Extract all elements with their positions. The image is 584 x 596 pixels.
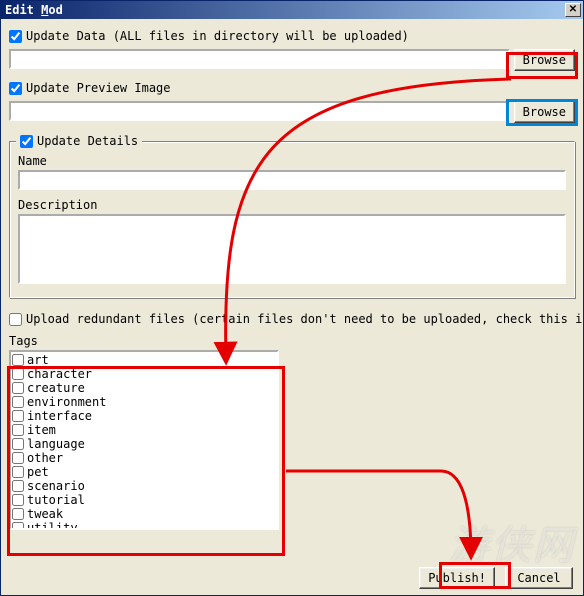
- name-input[interactable]: [18, 170, 566, 190]
- tag-item[interactable]: art: [12, 353, 276, 367]
- tag-checkbox[interactable]: [12, 438, 24, 450]
- update-data-path-input[interactable]: [9, 49, 510, 69]
- tag-checkbox[interactable]: [12, 494, 24, 506]
- tag-item[interactable]: language: [12, 437, 276, 451]
- tag-checkbox[interactable]: [12, 396, 24, 408]
- preview-image-check-input[interactable]: [9, 82, 22, 95]
- publish-button[interactable]: Publish!: [419, 567, 495, 589]
- update-data-checkbox[interactable]: Update Data (ALL files in directory will…: [9, 29, 409, 43]
- preview-image-browse-button[interactable]: Browse: [514, 101, 575, 123]
- cancel-button[interactable]: Cancel: [505, 567, 573, 589]
- update-details-label: Update Details: [37, 134, 138, 148]
- upload-redundant-label: Upload redundant files (certain files do…: [26, 312, 584, 326]
- tag-checkbox[interactable]: [12, 522, 24, 530]
- tag-item[interactable]: creature: [12, 381, 276, 395]
- tag-item[interactable]: other: [12, 451, 276, 465]
- watermark-text: 游侠网: [449, 513, 575, 571]
- tag-checkbox[interactable]: [12, 452, 24, 464]
- tag-label: art: [27, 353, 49, 367]
- tag-checkbox[interactable]: [12, 382, 24, 394]
- close-button[interactable]: ✕: [565, 3, 581, 17]
- tag-item[interactable]: pet: [12, 465, 276, 479]
- window-title: Edit Mod: [3, 3, 565, 17]
- tag-label: language: [27, 437, 85, 451]
- tag-label: item: [27, 423, 56, 437]
- update-data-check-input[interactable]: [9, 30, 22, 43]
- preview-image-label: Update Preview Image: [26, 81, 171, 95]
- tag-label: tweak: [27, 507, 63, 521]
- tag-checkbox[interactable]: [12, 480, 24, 492]
- tag-item[interactable]: character: [12, 367, 276, 381]
- description-textarea[interactable]: [18, 214, 566, 284]
- tags-listbox[interactable]: artcharactercreatureenvironmentinterface…: [9, 350, 279, 530]
- tags-label: Tags: [9, 334, 575, 348]
- tag-item[interactable]: interface: [12, 409, 276, 423]
- tag-checkbox[interactable]: [12, 368, 24, 380]
- tag-checkbox[interactable]: [12, 466, 24, 478]
- tag-item[interactable]: scenario: [12, 479, 276, 493]
- tag-label: scenario: [27, 479, 85, 493]
- tag-checkbox[interactable]: [12, 424, 24, 436]
- dialog-body: Update Data (ALL files in directory will…: [1, 19, 583, 595]
- name-field-label: Name: [18, 154, 566, 168]
- tag-checkbox[interactable]: [12, 410, 24, 422]
- tag-label: utility: [27, 521, 78, 530]
- tag-label: environment: [27, 395, 106, 409]
- update-details-checkbox[interactable]: Update Details: [16, 134, 142, 148]
- update-details-check-input[interactable]: [20, 135, 33, 148]
- tag-label: pet: [27, 465, 49, 479]
- tag-checkbox[interactable]: [12, 508, 24, 520]
- update-details-group: Update Details Name Description: [9, 141, 575, 298]
- dialog-footer: Publish! Cancel: [419, 567, 573, 589]
- edit-mod-window: Edit Mod ✕ Update Data (ALL files in dir…: [0, 0, 584, 596]
- preview-image-path-input[interactable]: [9, 101, 510, 121]
- description-field-label: Description: [18, 198, 566, 212]
- tag-item[interactable]: utility: [12, 521, 276, 530]
- tag-item[interactable]: item: [12, 423, 276, 437]
- tag-item[interactable]: tweak: [12, 507, 276, 521]
- tag-label: character: [27, 367, 92, 381]
- titlebar[interactable]: Edit Mod ✕: [1, 1, 583, 19]
- tag-checkbox[interactable]: [12, 354, 24, 366]
- tag-label: creature: [27, 381, 85, 395]
- update-data-browse-button[interactable]: Browse: [514, 49, 575, 71]
- upload-redundant-checkbox[interactable]: Upload redundant files (certain files do…: [9, 312, 584, 326]
- preview-image-checkbox[interactable]: Update Preview Image: [9, 81, 171, 95]
- close-icon: ✕: [569, 5, 577, 15]
- upload-redundant-check-input[interactable]: [9, 313, 22, 326]
- update-data-label: Update Data (ALL files in directory will…: [26, 29, 409, 43]
- tag-label: other: [27, 451, 63, 465]
- tag-item[interactable]: environment: [12, 395, 276, 409]
- tag-item[interactable]: tutorial: [12, 493, 276, 507]
- tag-label: interface: [27, 409, 92, 423]
- tag-label: tutorial: [27, 493, 85, 507]
